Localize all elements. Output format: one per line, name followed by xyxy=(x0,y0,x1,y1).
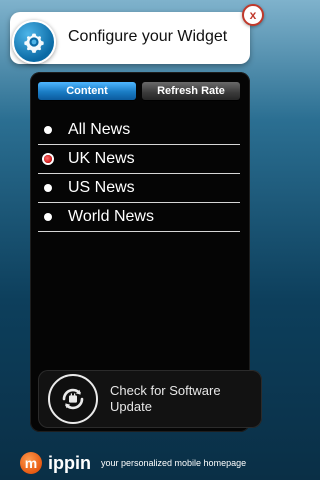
list-item-uk-news[interactable]: UK News xyxy=(38,145,240,174)
check-update-button[interactable]: Check for Software Update xyxy=(38,370,262,428)
tab-content-label: Content xyxy=(66,85,108,97)
tab-content[interactable]: Content xyxy=(38,82,136,100)
update-label: Check for Software Update xyxy=(110,383,221,414)
header-title: Configure your Widget xyxy=(68,28,228,45)
logo-mark: m xyxy=(24,455,38,471)
list-item-us-news[interactable]: US News xyxy=(38,174,240,203)
settings-panel: Content Refresh Rate All News UK News US… xyxy=(30,72,262,432)
list-item-label: UK News xyxy=(68,150,135,167)
close-label: x xyxy=(249,8,257,22)
radio-uk-news[interactable] xyxy=(44,155,52,163)
mippin-brand: ippin xyxy=(48,452,91,473)
close-button[interactable]: x xyxy=(242,4,264,26)
tab-refresh-rate-label: Refresh Rate xyxy=(157,85,225,97)
list-item-world-news[interactable]: World News xyxy=(38,203,240,232)
mippin-logo-mark: m xyxy=(20,452,42,474)
list-item-label: All News xyxy=(68,121,131,138)
radio-all-news[interactable] xyxy=(44,126,52,134)
tagline: your personalized mobile homepage xyxy=(101,458,247,468)
radio-world-news[interactable] xyxy=(44,213,52,221)
footer: m ippin your personalized mobile homepag… xyxy=(20,452,246,474)
update-icon xyxy=(48,374,98,424)
gear-icon xyxy=(12,20,56,64)
list-item-all-news[interactable]: All News xyxy=(38,116,240,145)
radio-us-news[interactable] xyxy=(44,184,52,192)
news-list: All News UK News US News World News xyxy=(38,116,240,232)
tab-refresh-rate[interactable]: Refresh Rate xyxy=(142,82,240,100)
list-item-label: World News xyxy=(68,208,154,225)
list-item-label: US News xyxy=(68,179,135,196)
